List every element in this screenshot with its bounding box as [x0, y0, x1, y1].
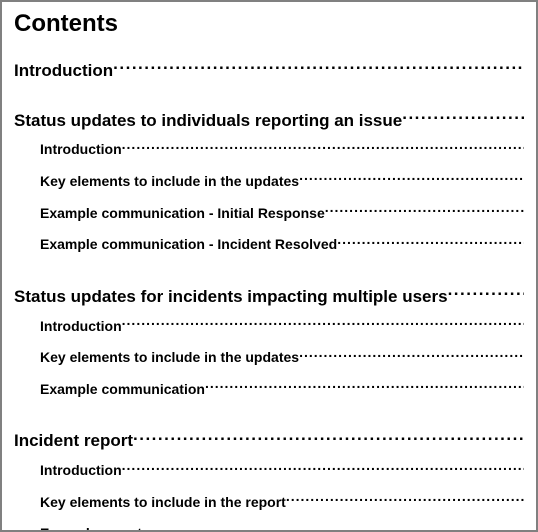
toc-entry[interactable]: Example communication [14, 380, 524, 400]
toc-leader-dots [133, 429, 524, 446]
toc-entry-label: Introduction [40, 140, 122, 160]
toc-entry-label: Example communication [40, 380, 205, 400]
toc-entry[interactable]: Introduction [14, 317, 524, 337]
toc-entry-label: Status updates to individuals reporting … [14, 109, 402, 133]
toc-entry[interactable]: Introduction [14, 140, 524, 160]
toc-leader-dots [113, 59, 524, 76]
toc-entry[interactable]: Introduction [14, 461, 524, 481]
toc-leader-dots [122, 140, 524, 154]
toc-entry-label: Example communication - Initial Response [40, 204, 325, 224]
toc-leader-dots [325, 204, 524, 218]
toc-entry-label: Introduction [40, 317, 122, 337]
toc-entry-label: Introduction [40, 461, 122, 481]
contents-title: Contents [14, 10, 524, 39]
toc-entry[interactable]: Status updates to individuals reporting … [14, 109, 524, 133]
toc-leader-dots [299, 172, 524, 186]
toc-entry-label: Example report [40, 524, 142, 532]
toc-entry-label: Key elements to include in the report [40, 493, 286, 513]
toc-entry[interactable]: Status updates for incidents impacting m… [14, 285, 524, 309]
toc-entry-label: Introduction [14, 59, 113, 83]
toc-leader-dots [122, 461, 524, 475]
toc-leader-dots [205, 380, 524, 394]
toc-entry[interactable]: Introduction [14, 59, 524, 83]
toc-entry[interactable]: Example report [14, 524, 524, 532]
toc-leader-dots [286, 493, 524, 507]
toc-entry[interactable]: Key elements to include in the updates [14, 172, 524, 192]
toc-leader-dots [337, 235, 524, 249]
toc-entry-label: Key elements to include in the updates [40, 172, 299, 192]
toc-leader-dots [299, 348, 524, 362]
toc-entry[interactable]: Key elements to include in the report [14, 493, 524, 513]
toc-leader-dots [142, 524, 524, 532]
toc-entry[interactable]: Example communication - Initial Response [14, 204, 524, 224]
toc-entry[interactable]: Incident report [14, 429, 524, 453]
toc-list: Introduction Status updates to individual… [14, 59, 524, 532]
toc-entry[interactable]: Example communication - Incident Resolve… [14, 235, 524, 255]
toc-entry-label: Key elements to include in the updates [40, 348, 299, 368]
toc-entry[interactable]: Key elements to include in the updates [14, 348, 524, 368]
toc-entry-label: Incident report [14, 429, 133, 453]
document-page: Contents Introduction Status updates to i… [0, 0, 538, 532]
toc-leader-dots [448, 285, 524, 302]
toc-leader-dots [122, 317, 524, 331]
toc-entry-label: Status updates for incidents impacting m… [14, 285, 448, 309]
toc-entry-label: Example communication - Incident Resolve… [40, 235, 337, 255]
toc-leader-dots [402, 109, 524, 126]
